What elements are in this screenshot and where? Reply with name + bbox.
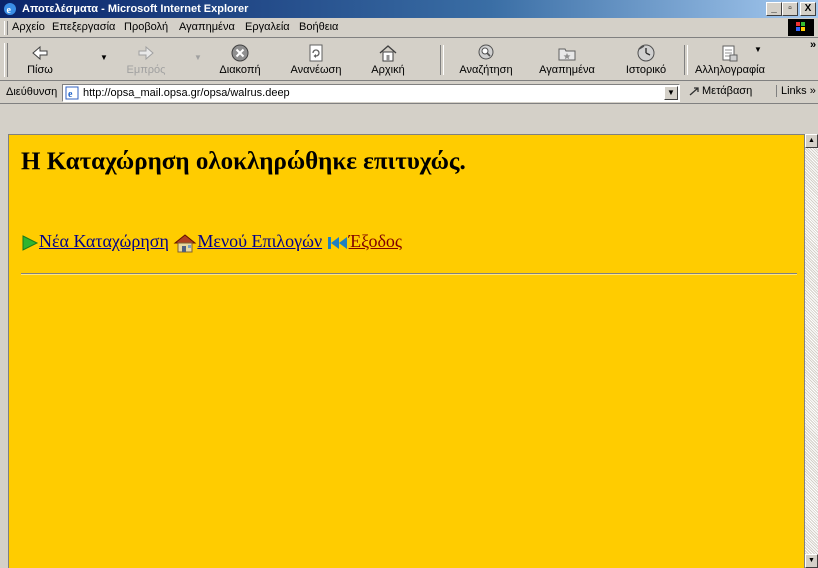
- history-clock-icon: [637, 44, 655, 62]
- home-button[interactable]: Αρχική: [358, 41, 418, 79]
- forward-arrow-icon: [138, 45, 154, 61]
- toolbar-grip: [4, 43, 8, 77]
- home-label: Αρχική: [371, 64, 405, 76]
- menu-favorites[interactable]: Αγαπημένα: [179, 21, 235, 33]
- menu-help[interactable]: Βοήθεια: [299, 21, 338, 33]
- menu-view[interactable]: Προβολή: [124, 21, 168, 33]
- maximize-button[interactable]: ▫: [782, 2, 798, 16]
- nav-links: Νέα Καταχώρηση Μενού Επιλογών Έξοδος: [21, 231, 402, 254]
- standard-toolbar: Πίσω ▼ Εμπρός ▼ Διακοπή Ανανέωση Αρχική: [0, 39, 818, 81]
- horizontal-rule: [21, 273, 797, 275]
- links-button[interactable]: Links »: [776, 85, 816, 97]
- mail-icon: [722, 45, 738, 62]
- menu-edit[interactable]: Επεξεργασία: [52, 21, 115, 33]
- new-entry-link[interactable]: Νέα Καταχώρηση: [39, 231, 169, 251]
- ie-logo-icon: e: [4, 3, 16, 16]
- scroll-up-icon[interactable]: ▲: [805, 134, 818, 148]
- page-heading: Η Καταχώρηση ολοκληρώθηκε επιτυχώς.: [21, 148, 466, 175]
- minimize-button[interactable]: _: [766, 2, 782, 16]
- window-title: Αποτελέσματα - Microsoft Internet Explor…: [22, 3, 249, 15]
- toolbar-separator: [440, 45, 444, 75]
- favorites-button[interactable]: Αγαπημένα: [532, 41, 602, 79]
- back-label: Πίσω: [27, 64, 53, 76]
- favorites-label: Αγαπημένα: [539, 64, 595, 76]
- links-more-icon: »: [809, 85, 816, 97]
- toolbar-more-icon[interactable]: »: [808, 39, 818, 77]
- favorites-folder-icon: [558, 48, 576, 61]
- back-arrow-icon: [32, 45, 48, 61]
- windows-logo-icon: [788, 19, 814, 36]
- refresh-button[interactable]: Ανανέωση: [282, 41, 350, 79]
- stop-icon: [231, 44, 249, 62]
- green-arrow-icon[interactable]: [21, 234, 39, 252]
- title-bar: e Αποτελέσματα - Microsoft Internet Expl…: [0, 0, 818, 18]
- home-icon: [379, 45, 397, 62]
- vertical-scrollbar[interactable]: ▲ ▼: [804, 134, 818, 568]
- forward-button[interactable]: Εμπρός: [118, 41, 174, 79]
- menu-file[interactable]: Αρχείο: [12, 21, 45, 33]
- history-label: Ιστορικό: [625, 64, 667, 76]
- search-icon: [478, 44, 494, 60]
- exit-link[interactable]: Έξοδος: [349, 231, 402, 251]
- stop-button[interactable]: Διακοπή: [212, 41, 268, 79]
- stop-label: Διακοπή: [219, 64, 261, 76]
- address-label: Διεύθυνση: [6, 86, 58, 98]
- mail-dropdown-icon[interactable]: ▼: [754, 45, 762, 83]
- page-icon: e: [65, 86, 79, 100]
- search-button[interactable]: Αναζήτηση: [452, 41, 520, 79]
- toolbar-separator: [684, 45, 688, 75]
- history-button[interactable]: Ιστορικό: [616, 41, 676, 79]
- go-arrow-icon: [689, 87, 699, 96]
- address-input[interactable]: e http://opsa_mail.opsa.gr/opsa/walrus.d…: [62, 84, 680, 102]
- address-url: http://opsa_mail.opsa.gr/opsa/walrus.dee…: [83, 87, 290, 99]
- options-menu-link[interactable]: Μενού Επιλογών: [197, 231, 322, 251]
- refresh-icon: [309, 44, 323, 62]
- go-label: Μετάβαση: [702, 85, 753, 97]
- menu-grip: [4, 21, 8, 35]
- back-button[interactable]: Πίσω: [12, 41, 68, 79]
- forward-label: Εμπρός: [126, 64, 166, 76]
- close-button[interactable]: X: [800, 2, 816, 16]
- house-icon[interactable]: [173, 232, 197, 254]
- go-button[interactable]: Μετάβαση: [688, 85, 752, 97]
- search-label: Αναζήτηση: [459, 64, 513, 76]
- menu-tools[interactable]: Εργαλεία: [245, 21, 290, 33]
- address-dropdown-icon[interactable]: ▼: [664, 86, 678, 100]
- refresh-label: Ανανέωση: [290, 64, 342, 76]
- svg-text:e: e: [7, 5, 12, 16]
- rewind-exit-icon[interactable]: [327, 234, 349, 252]
- page-content: Η Καταχώρηση ολοκληρώθηκε επιτυχώς. Νέα …: [8, 134, 804, 568]
- address-bar: Διεύθυνση e http://opsa_mail.opsa.gr/ops…: [0, 82, 818, 104]
- scroll-down-icon[interactable]: ▼: [805, 554, 818, 568]
- svg-text:e: e: [68, 89, 73, 100]
- menu-bar: Αρχείο Επεξεργασία Προβολή Αγαπημένα Εργ…: [0, 18, 818, 38]
- links-label: Links: [781, 85, 807, 97]
